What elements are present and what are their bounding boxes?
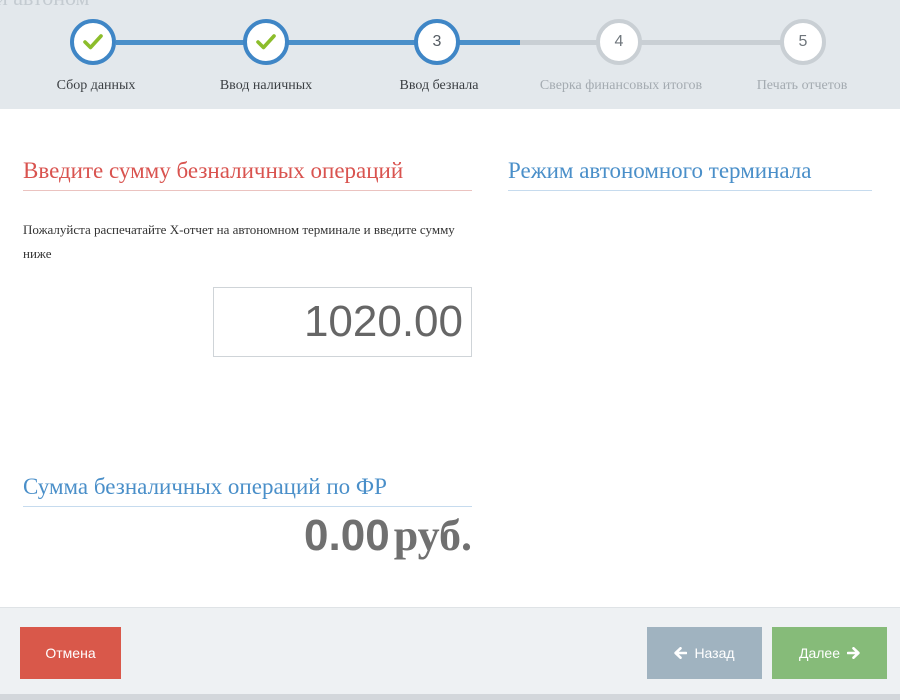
cashless-amount-input[interactable] — [213, 287, 472, 357]
back-button-label: Назад — [694, 645, 735, 661]
step-4-circle: 4 — [596, 19, 642, 65]
wizard-progress: и автоном 3 4 5 Сбор данных Ввод наличны… — [0, 0, 900, 109]
next-button[interactable]: Далее — [772, 627, 887, 679]
step-1-label: Сбор данных — [56, 78, 136, 93]
arrow-left-icon — [674, 647, 688, 659]
step-3-label: Ввод безнала — [399, 78, 479, 93]
instruction-text: Пожалуйста распечатайте Х-отчет на автон… — [23, 222, 455, 261]
fr-cashless-heading: Сумма безналичных операций по ФР — [23, 474, 472, 507]
clipped-page-title: и автоном — [0, 0, 89, 11]
step-5-circle: 5 — [780, 19, 826, 65]
fr-currency: руб. — [393, 511, 472, 560]
cancel-button-label: Отмена — [45, 645, 96, 661]
footer-bar: Отмена Назад Далее — [0, 607, 900, 700]
back-button[interactable]: Назад — [647, 627, 762, 679]
cancel-button[interactable]: Отмена — [20, 627, 121, 679]
window-bottom-edge — [0, 694, 900, 700]
step-4-number: 4 — [614, 33, 624, 50]
step-4-label: Сверка финансовых итогов — [539, 78, 703, 93]
step-1-circle — [70, 19, 116, 65]
step-3-number: 3 — [432, 33, 442, 50]
next-button-label: Далее — [798, 645, 840, 661]
fr-amount-value: 0.00 — [304, 511, 390, 560]
step-5-number: 5 — [798, 33, 808, 50]
step-5-label: Печать отчетов — [756, 78, 848, 93]
terminal-mode-heading: Режим автономного терминала — [508, 158, 872, 191]
fr-cashless-total: 0.00 руб. — [150, 510, 472, 561]
step-2-circle — [243, 19, 289, 65]
arrow-right-icon — [847, 647, 860, 659]
step-2-label: Ввод наличных — [219, 78, 313, 93]
step-3-circle: 3 — [414, 19, 460, 65]
check-icon — [83, 34, 103, 50]
check-icon — [256, 34, 276, 50]
cashless-amount-heading: Введите сумму безналичных операций — [23, 158, 472, 191]
